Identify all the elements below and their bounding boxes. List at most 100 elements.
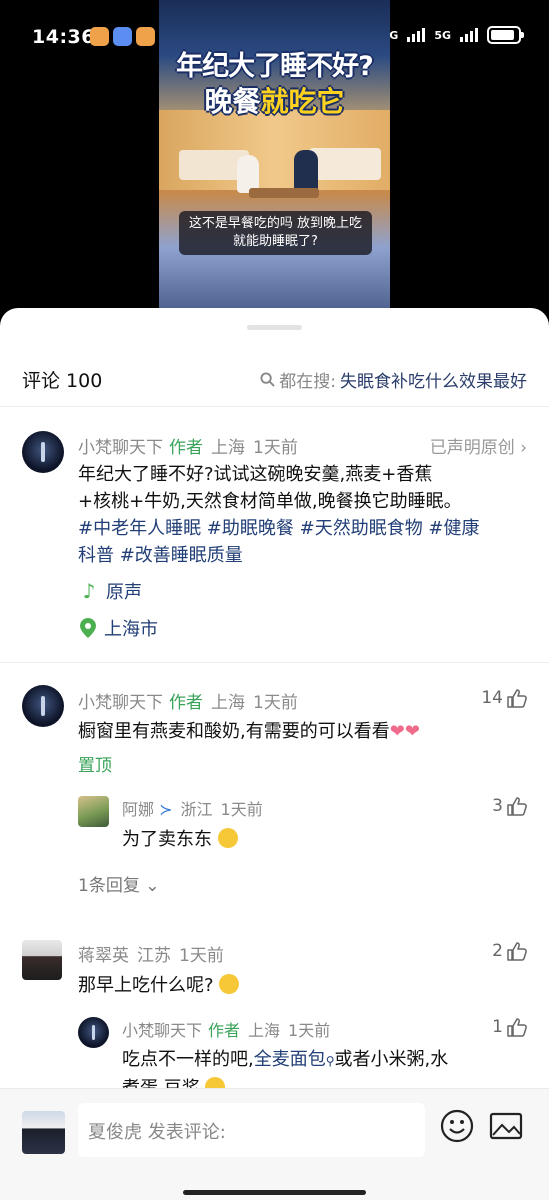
like-count: 14 bbox=[481, 688, 503, 708]
reply-avatar[interactable] bbox=[78, 1017, 109, 1048]
like-count: 1 bbox=[492, 1017, 503, 1037]
video-title-part: 晚餐 bbox=[204, 85, 261, 118]
signal-icon bbox=[460, 28, 478, 42]
battery-icon bbox=[487, 26, 524, 44]
emoji-icon[interactable] bbox=[440, 1109, 474, 1143]
network-type-2: 5G bbox=[434, 28, 451, 42]
comment-text-content: 橱窗里有燕麦和酸奶,有需要的可以看看 bbox=[78, 721, 390, 742]
weather-app-icon bbox=[113, 27, 132, 46]
reply-text-part: 煮蛋,豆浆 bbox=[122, 1078, 200, 1088]
comment-location: 江苏 bbox=[137, 946, 171, 966]
comment-input[interactable]: 夏俊虎 发表评论: bbox=[78, 1103, 425, 1157]
app-notification-icon bbox=[136, 27, 155, 46]
author-tag: 作者 bbox=[169, 693, 203, 713]
reply-text: 为了卖东东 bbox=[122, 826, 238, 853]
thumbs-up-icon bbox=[507, 688, 527, 708]
comment-composer-bar: 夏俊虎 发表评论: bbox=[0, 1088, 549, 1200]
reply-location: 上海 bbox=[248, 1021, 281, 1040]
comment-author[interactable]: 蒋翠英 bbox=[78, 946, 129, 966]
search-icon: ⚲ bbox=[325, 1054, 335, 1068]
comment-time: 1天前 bbox=[253, 693, 298, 713]
search-term[interactable]: 失眠食补吃什么效果最好 bbox=[340, 367, 527, 392]
sheet-drag-handle[interactable] bbox=[247, 325, 302, 330]
post-text-line: 年纪大了睡不好?试试这碗晚安羹,燕麦+香蕉 bbox=[78, 464, 433, 485]
post-text: 年纪大了睡不好?试试这碗晚安羹,燕麦+香蕉 +核桃+牛奶,天然食材简单做,晚餐换… bbox=[78, 461, 538, 569]
reply-avatar[interactable] bbox=[78, 796, 109, 827]
expand-label: 1条回复 bbox=[78, 876, 140, 896]
thumbs-up-icon bbox=[507, 941, 527, 961]
thumbs-up-icon bbox=[507, 796, 527, 816]
comment-meta: 蒋翠英 江苏 1天前 bbox=[78, 941, 224, 966]
like-count: 3 bbox=[492, 796, 503, 816]
author-avatar[interactable] bbox=[22, 431, 64, 473]
comment-time: 1天前 bbox=[179, 946, 224, 966]
commenter-avatar[interactable] bbox=[22, 685, 64, 727]
post-hashtags[interactable]: #中老年人睡眠 #助眠晚餐 #天然助眠食物 #健康 bbox=[78, 515, 538, 542]
reply-author[interactable]: 小梵聊天下 bbox=[122, 1021, 202, 1040]
post-time: 1天前 bbox=[253, 438, 298, 458]
grinning-emoji-icon bbox=[205, 1077, 226, 1088]
video-thumbnail[interactable]: 年纪大了睡不好? 晚餐就吃它 这不是早餐吃的吗 放到晚上吃就能助睡眠了? bbox=[159, 0, 390, 310]
video-bed bbox=[309, 148, 381, 180]
pinned-label: 置顶 bbox=[78, 756, 112, 776]
trending-search[interactable]: 都在搜: 失眠食补吃什么效果最好 bbox=[260, 367, 527, 392]
video-caption: 这不是早餐吃的吗 放到晚上吃就能助睡眠了? bbox=[179, 211, 372, 255]
location-link[interactable]: 上海市 bbox=[80, 615, 158, 641]
search-icon bbox=[260, 372, 275, 387]
commenter-avatar[interactable] bbox=[22, 940, 62, 980]
heart-emoji-icon: ❤❤ bbox=[389, 721, 420, 742]
music-note-icon: ♪ bbox=[82, 579, 96, 603]
grinning-emoji-icon bbox=[219, 974, 240, 994]
like-count: 2 bbox=[492, 941, 503, 961]
post-text-line: +核桃+牛奶,天然食材简单做,晚餐换它助睡眠。 bbox=[78, 491, 462, 512]
reply-location: 浙江 bbox=[180, 800, 213, 819]
reply-meta: 阿娜 ≻ 浙江 1天前 bbox=[122, 796, 263, 820]
video-title-line1: 年纪大了睡不好? bbox=[176, 51, 374, 82]
original-declaration[interactable]: 已声明原创 › bbox=[430, 433, 527, 458]
app-notification-icon bbox=[90, 27, 109, 46]
divider bbox=[0, 662, 549, 663]
reply-text: 吃点不一样的吧,全麦面包⚲或者小米粥,水 煮蛋,豆浆 bbox=[122, 1046, 532, 1088]
comments-count: 评论 100 bbox=[22, 370, 103, 392]
comment-author[interactable]: 小梵聊天下 bbox=[78, 693, 163, 713]
comment-location: 上海 bbox=[211, 693, 245, 713]
author-tag: 作者 bbox=[208, 1021, 241, 1040]
video-table bbox=[249, 188, 319, 198]
post-author[interactable]: 小梵聊天下 bbox=[78, 438, 163, 458]
location-pin-icon bbox=[80, 618, 96, 638]
reply-text-content: 为了卖东东 bbox=[122, 829, 212, 850]
post-hashtags[interactable]: 科普 #改善睡眠质量 bbox=[78, 542, 538, 569]
comment-text: 那早上吃什么呢? bbox=[78, 972, 240, 999]
chevron-down-icon: ⌄ bbox=[145, 876, 160, 896]
search-link[interactable]: 全麦面包 bbox=[254, 1049, 326, 1070]
reply-text-part: 吃点不一样的吧, bbox=[122, 1049, 254, 1070]
status-time: 14:36 bbox=[32, 26, 95, 48]
laughing-emoji-icon bbox=[217, 828, 238, 848]
divider bbox=[0, 406, 549, 407]
post-location: 上海 bbox=[211, 438, 245, 458]
comment-meta: 小梵聊天下 作者 上海 1天前 bbox=[78, 688, 298, 713]
video-title-line2: 晚餐就吃它 bbox=[159, 80, 390, 120]
like-button[interactable]: 1 bbox=[492, 1017, 527, 1037]
like-button[interactable]: 2 bbox=[492, 941, 527, 961]
like-button[interactable]: 3 bbox=[492, 796, 527, 816]
reply-author[interactable]: 阿娜 bbox=[122, 800, 154, 819]
like-button[interactable]: 14 bbox=[481, 688, 527, 708]
post-meta: 小梵聊天下 作者 上海 1天前 bbox=[78, 433, 298, 458]
original-sound-link[interactable]: ♪ 原声 bbox=[80, 578, 142, 604]
image-icon[interactable] bbox=[489, 1111, 523, 1141]
expand-replies-button[interactable]: 1条回复 ⌄ bbox=[78, 871, 159, 896]
video-title-highlight: 就吃它 bbox=[260, 85, 345, 118]
comments-header: 评论 100 都在搜: 失眠食补吃什么效果最好 bbox=[0, 360, 549, 400]
comment-input-placeholder: 夏俊虎 发表评论: bbox=[88, 1122, 226, 1143]
fish-emoji-icon: ≻ bbox=[154, 800, 173, 819]
reply-text-part: 或者小米粥,水 bbox=[334, 1049, 449, 1070]
home-indicator[interactable] bbox=[183, 1190, 366, 1195]
sound-label: 原声 bbox=[106, 582, 142, 603]
reply-time: 1天前 bbox=[220, 800, 263, 819]
comment-text: 橱窗里有燕麦和酸奶,有需要的可以看看❤❤ bbox=[78, 718, 518, 745]
place-label: 上海市 bbox=[104, 619, 158, 640]
my-avatar[interactable] bbox=[22, 1111, 65, 1154]
search-prefix: 都在搜: bbox=[279, 372, 336, 392]
comment-text-content: 那早上吃什么呢? bbox=[78, 975, 214, 996]
